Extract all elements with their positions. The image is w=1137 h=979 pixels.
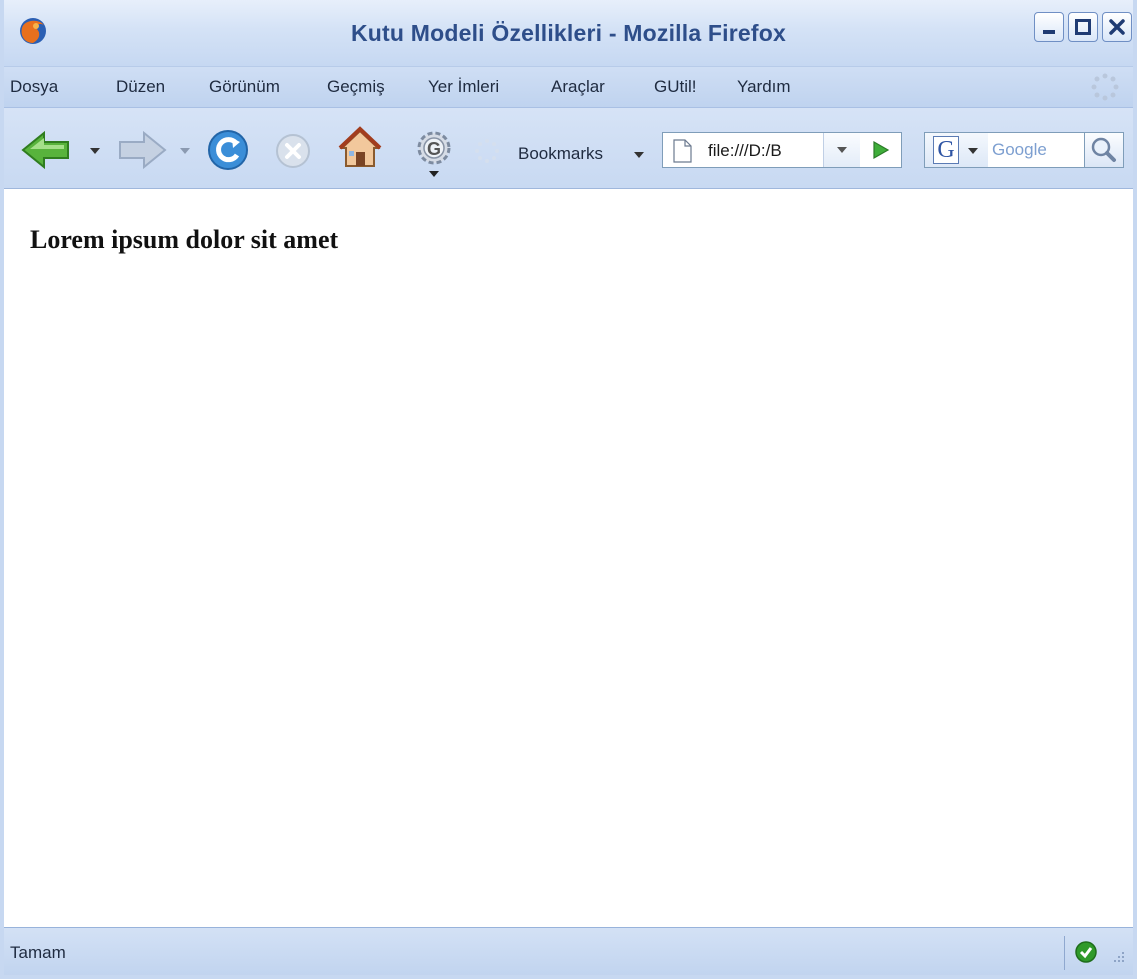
menu-araclar[interactable]: Araçlar [551, 77, 605, 97]
search-engine-selector[interactable]: G [924, 132, 988, 168]
minimize-button[interactable] [1034, 12, 1064, 42]
menu-bar: Dosya Düzen Görünüm Geçmiş Yer İmleri Ar… [4, 67, 1133, 108]
url-text[interactable]: file:///D:/B [708, 141, 823, 161]
menu-yardim[interactable]: Yardım [737, 77, 791, 97]
status-text: Tamam [10, 943, 66, 962]
check-circle-icon[interactable] [1074, 940, 1098, 968]
loading-icon [474, 138, 500, 168]
title-bar[interactable]: Kutu Modeli Özellikleri - Mozilla Firefo… [4, 0, 1133, 67]
page-heading: Lorem ipsum dolor sit amet [30, 225, 339, 254]
menu-gorunum[interactable]: Görünüm [209, 77, 280, 97]
throbber-icon [1090, 72, 1120, 106]
back-arrow-icon[interactable] [20, 130, 72, 174]
menu-gecmis[interactable]: Geçmiş [327, 77, 385, 97]
search-button[interactable] [1084, 132, 1124, 168]
maximize-button[interactable] [1068, 12, 1098, 42]
magnifier-icon [1091, 137, 1116, 162]
menu-duzen[interactable]: Düzen [116, 77, 165, 97]
status-bar: Tamam [4, 927, 1133, 976]
search-engine-dropdown-icon[interactable] [968, 148, 978, 154]
status-divider [1064, 936, 1065, 970]
home-icon[interactable] [338, 126, 382, 174]
google-logo-icon: G [933, 136, 959, 164]
navigation-toolbar: G Bookmarks file:///D:/B G Google [4, 108, 1133, 189]
menu-dosya[interactable]: Dosya [10, 77, 58, 97]
gear-g-icon[interactable]: G [414, 128, 454, 184]
back-dropdown-icon[interactable] [90, 148, 100, 154]
close-button[interactable] [1102, 12, 1132, 42]
browser-window: Kutu Modeli Özellikleri - Mozilla Firefo… [0, 0, 1137, 979]
page-icon [671, 139, 693, 167]
url-bar[interactable]: file:///D:/B [662, 132, 902, 168]
go-arrow-icon[interactable] [860, 133, 901, 167]
url-history-dropdown[interactable] [823, 133, 860, 167]
search-input[interactable]: Google [988, 132, 1084, 168]
svg-text:G: G [427, 139, 441, 159]
menu-yer-imleri[interactable]: Yer İmleri [428, 77, 499, 97]
stop-icon[interactable] [274, 132, 312, 174]
bookmarks-button[interactable]: Bookmarks [518, 144, 603, 164]
reload-icon[interactable] [206, 128, 250, 176]
window-title: Kutu Modeli Özellikleri - Mozilla Firefo… [350, 20, 787, 46]
window-bottom-border [0, 975, 1137, 979]
menu-gutil[interactable]: GUtil! [654, 77, 697, 97]
bookmarks-dropdown-icon[interactable] [634, 152, 644, 158]
forward-arrow-icon[interactable] [116, 130, 168, 174]
resize-grip-icon[interactable] [1108, 948, 1126, 970]
forward-dropdown-icon[interactable] [180, 148, 190, 154]
page-content: Lorem ipsum dolor sit amet [4, 189, 1133, 926]
